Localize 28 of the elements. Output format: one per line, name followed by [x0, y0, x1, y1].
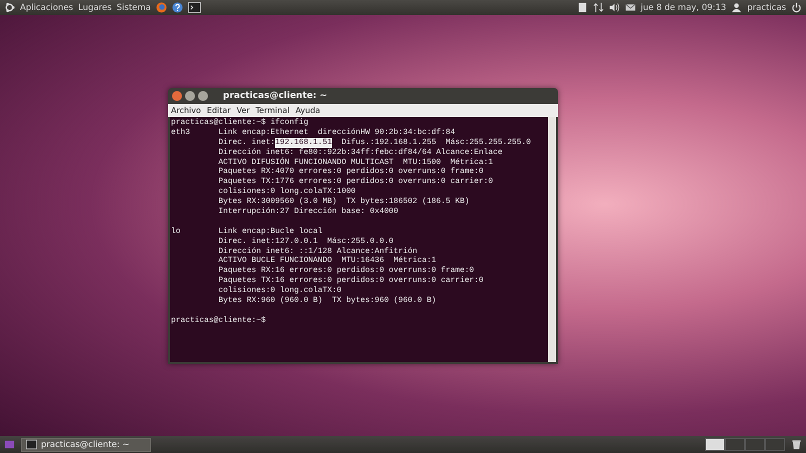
- browser-icon[interactable]: [156, 2, 167, 13]
- user-name[interactable]: practicas: [747, 2, 786, 12]
- menu-item[interactable]: Ayuda: [295, 106, 320, 115]
- clock[interactable]: jue 8 de may, 09:13: [640, 2, 726, 12]
- help-icon[interactable]: [172, 2, 183, 13]
- minimize-button[interactable]: [185, 91, 195, 101]
- menu-item[interactable]: Archivo: [171, 106, 201, 115]
- volume-icon[interactable]: [608, 2, 620, 13]
- maximize-button[interactable]: [198, 91, 208, 101]
- ubuntu-logo-icon[interactable]: [4, 2, 15, 13]
- menu-item[interactable]: Ver: [236, 106, 250, 115]
- terminal-icon: [26, 439, 37, 450]
- menu-item[interactable]: Terminal: [256, 106, 290, 115]
- panel-menu[interactable]: Sistema: [116, 2, 151, 12]
- mail-icon[interactable]: [624, 2, 636, 13]
- taskbar-window-button[interactable]: practicas@cliente: ~: [21, 438, 151, 452]
- workspace-switcher[interactable]: [705, 438, 785, 451]
- network-icon[interactable]: [592, 2, 604, 13]
- close-button[interactable]: [172, 91, 182, 101]
- panel-menu[interactable]: Aplicaciones: [20, 2, 74, 12]
- menu-item[interactable]: Editar: [206, 106, 231, 115]
- terminal-icon[interactable]: [188, 2, 201, 13]
- window-title: practicas@cliente: ~: [223, 91, 328, 101]
- trash-icon[interactable]: [791, 439, 802, 450]
- panel-menu[interactable]: Lugares: [78, 2, 112, 12]
- scrollbar[interactable]: [548, 117, 556, 362]
- user-icon[interactable]: [731, 2, 742, 13]
- power-icon[interactable]: [791, 2, 802, 13]
